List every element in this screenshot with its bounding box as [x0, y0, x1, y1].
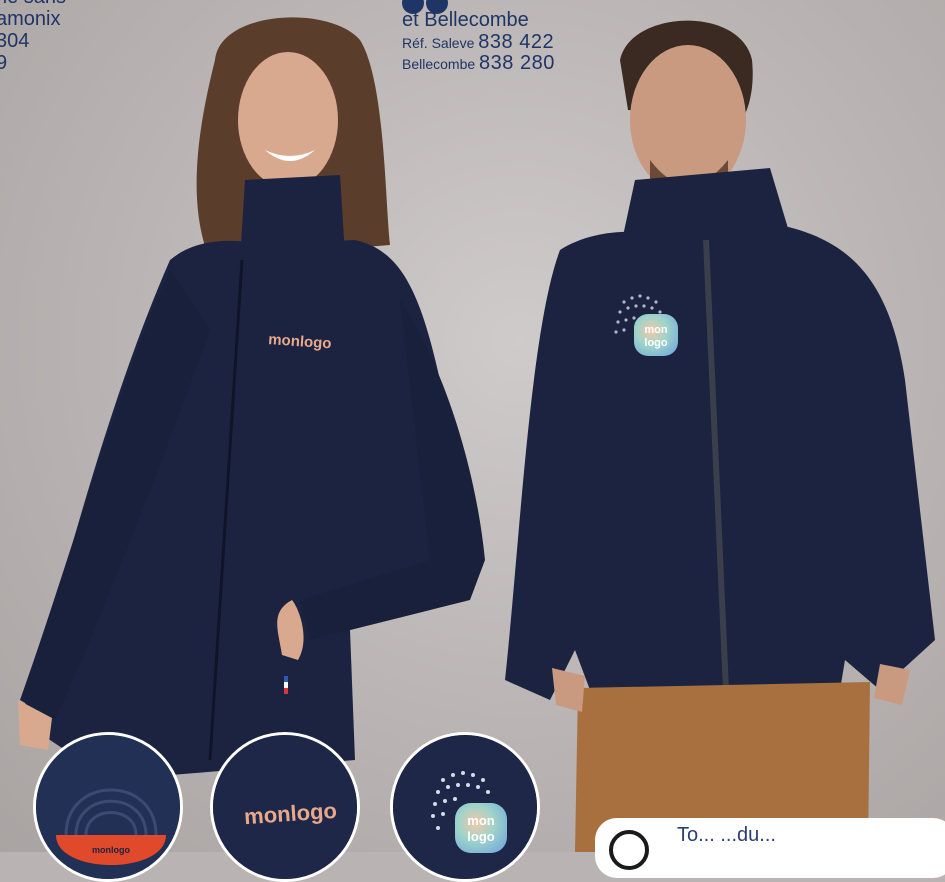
product-headline: et Bellecombe: [402, 9, 529, 31]
left-line-1: ne sans: [0, 0, 66, 8]
embroidery-detail-icon: monlogo: [213, 735, 357, 879]
print-logo-line1: mon: [467, 813, 495, 828]
left-cropped-text: ne sans amonix 304 9: [0, 0, 66, 74]
left-line-3: 304: [0, 30, 30, 52]
collar-logo-text: monlogo: [92, 845, 130, 855]
reference-number-1: 838 422: [478, 31, 555, 53]
product-reference-block: et Bellecombe Réf. Saleve 838 422 Bellec…: [402, 8, 555, 74]
detail-circle-embroidery: monlogo: [210, 732, 360, 882]
man-chest-logo-line1: mon: [644, 324, 668, 336]
man-chest-logo-line2: logo: [644, 337, 667, 349]
reference-number-2: 838 280: [479, 52, 555, 74]
detail-circle-collar: monlogo: [33, 732, 183, 882]
reference-label-2: Bellecombe: [402, 56, 476, 72]
reference-line-2: Bellecombe 838 280: [402, 53, 555, 74]
info-tag-text: To... ...du...: [677, 824, 776, 846]
collar-detail-icon: monlogo: [36, 735, 180, 879]
detail-circle-print: mon logo: [390, 732, 540, 882]
woman-figure: [18, 17, 485, 780]
reference-line-1: Réf. Saleve 838 422: [402, 32, 555, 53]
print-detail-icon: mon logo: [393, 735, 537, 879]
print-logo-line2: logo: [467, 829, 494, 844]
left-line-2: amonix: [0, 8, 61, 30]
info-tag: To... ...du...: [595, 818, 945, 878]
circle-badge-icon: [609, 830, 649, 870]
left-line-4: 9: [0, 52, 8, 74]
photo-scene: mon logo monlogo ne sans amonix 304 9 et…: [0, 0, 945, 882]
people-illustration: mon logo monlogo: [18, 17, 935, 852]
reference-label-1: Réf. Saleve: [402, 35, 475, 51]
man-figure: mon logo: [505, 20, 935, 852]
